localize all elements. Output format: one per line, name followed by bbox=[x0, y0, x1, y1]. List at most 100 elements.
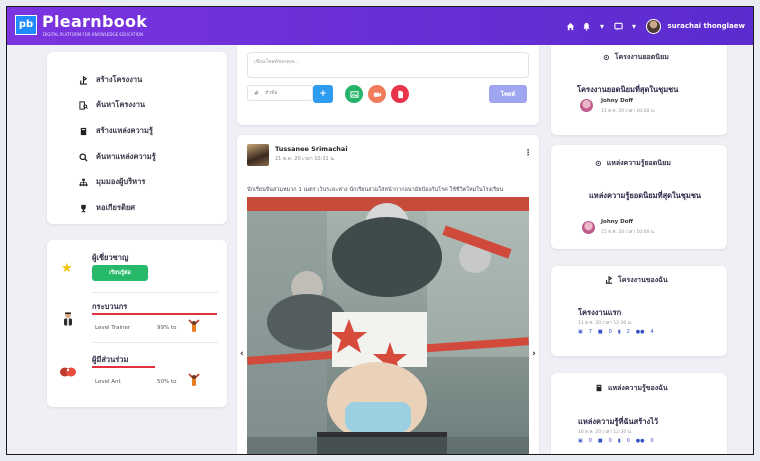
nav-right: ▾ ▾ surachai thonglaew bbox=[566, 18, 746, 34]
menu-label: หอเกียรติยศ bbox=[96, 203, 136, 212]
notification-bell-icon[interactable] bbox=[582, 22, 591, 31]
menu-label: ค้นหาแหล่งความรู้ bbox=[96, 152, 156, 161]
participant-level: Level Ant bbox=[95, 379, 121, 385]
topic-field-label: หัวข้อ bbox=[265, 90, 278, 96]
menu-label: สร้างโครงงาน bbox=[96, 75, 143, 84]
classroom-photo bbox=[247, 197, 529, 454]
project-stats: ▣ 7 ■ 0 ▮ 2 ●● 4 bbox=[578, 329, 654, 335]
chevron-left-icon[interactable]: ‹ bbox=[240, 349, 244, 359]
expert-title: ผู้เชี่ยวชาญ bbox=[92, 253, 129, 262]
post-date: 15 ต.ค. 20 เวลา 10:08 น. bbox=[601, 109, 656, 114]
video-icon: ■ bbox=[597, 438, 603, 444]
menu-hall-of-fame[interactable]: หอเกียรติยศ bbox=[79, 202, 135, 214]
author-avatar[interactable] bbox=[582, 221, 595, 234]
members-icon: ●● bbox=[635, 329, 645, 335]
stat-value: 0 bbox=[608, 438, 612, 444]
top-navbar: pb Plearnbook DIGITAL PLATFORM FOR KNOWL… bbox=[7, 7, 753, 45]
trainer-level: Level Trainer bbox=[95, 325, 131, 331]
trending-icon: ⊙ bbox=[603, 53, 610, 62]
divider bbox=[92, 342, 218, 343]
post-photo[interactable] bbox=[247, 197, 529, 454]
post-button[interactable]: โพสต์ bbox=[489, 85, 527, 103]
my-source-title[interactable]: แหล่งความรู้ที่ฉันสร้างไว้ bbox=[578, 416, 658, 427]
trending-icon: ⊙ bbox=[595, 159, 602, 168]
stat-value: 7 bbox=[588, 329, 592, 335]
home-icon[interactable] bbox=[566, 22, 575, 31]
source-stats: ▣ 0 ■ 0 ▮ 0 ●● 0 bbox=[578, 438, 654, 444]
stat-value: 4 bbox=[650, 329, 654, 335]
menu-label: ค้นหาโครงงาน bbox=[96, 100, 146, 109]
menu-executive-view[interactable]: มุมมองผู้บริหาร bbox=[79, 176, 145, 188]
image-upload-button[interactable] bbox=[345, 85, 363, 103]
post-author-name[interactable]: Tussanee Srimachai bbox=[275, 145, 348, 153]
post-caption: นักเรียนจีนสวมหมวก 1 เมตร เว้นระยะห่าง น… bbox=[247, 187, 504, 193]
author-avatar[interactable] bbox=[580, 99, 593, 112]
trainer-next-level-icon bbox=[187, 318, 201, 334]
members-icon: ●● bbox=[635, 438, 645, 444]
star-icon: ★ bbox=[61, 261, 73, 276]
logo-mark[interactable]: pb bbox=[15, 15, 37, 35]
book-create-icon bbox=[79, 127, 88, 136]
popular-project-title[interactable]: โครงงานยอดนิยมที่สุดในชุมชน bbox=[577, 84, 678, 95]
heading-text: แหล่งความรู้ของฉัน bbox=[608, 384, 668, 392]
my-project-title[interactable]: โครงงานแรก bbox=[578, 307, 621, 318]
post-timestamp: 21 ต.ค. 20 เวลา 10:31 น. bbox=[275, 156, 336, 162]
app-window: pb Plearnbook DIGITAL PLATFORM FOR KNOWL… bbox=[6, 6, 754, 455]
divider bbox=[92, 292, 218, 293]
stat-value: 2 bbox=[626, 329, 630, 335]
source-date: 16 ต.ค. 20 เวลา 12:30 น. bbox=[578, 430, 633, 435]
menu-create-project[interactable]: สร้างโครงงาน bbox=[79, 74, 142, 86]
participant-percent: 50% to bbox=[157, 379, 177, 385]
author-name[interactable]: Johny Doff bbox=[601, 219, 633, 225]
brand-tagline: DIGITAL PLATFORM FOR KNOWLEDGE EDUCATION bbox=[43, 32, 143, 37]
trainer-percent: 99% to bbox=[157, 325, 177, 331]
popular-sources-heading: ⊙ แหล่งความรู้ยอดนิยม bbox=[595, 158, 671, 169]
menu-create-source[interactable]: สร้างแหล่งความรู้ bbox=[79, 125, 153, 137]
view-icon: ▣ bbox=[578, 329, 583, 335]
add-button[interactable]: + bbox=[313, 85, 333, 103]
stat-value: 0 bbox=[588, 438, 592, 444]
stat-value: 0 bbox=[608, 329, 612, 335]
project-create-icon bbox=[79, 75, 88, 85]
heading-text: แหล่งความรู้ยอดนิยม bbox=[606, 159, 671, 167]
search-icon bbox=[79, 152, 88, 162]
chevron-down-icon[interactable]: ▾ bbox=[598, 22, 607, 31]
chat-icon[interactable] bbox=[613, 22, 623, 31]
user-avatar[interactable] bbox=[645, 18, 661, 34]
my-projects-heading: โครงงานของฉัน bbox=[605, 275, 668, 286]
heading-text: โครงงานยอดนิยม bbox=[614, 53, 669, 61]
file-upload-button[interactable] bbox=[391, 85, 409, 103]
trainer-title: กระบวนกร bbox=[92, 302, 128, 311]
my-sources-heading: แหล่งความรู้ของฉัน bbox=[595, 383, 668, 394]
author-name[interactable]: Johny Doff bbox=[601, 98, 633, 104]
learn-more-button[interactable]: เรียนรู้ต่อ bbox=[92, 265, 148, 281]
brand-name[interactable]: Plearnbook bbox=[42, 12, 147, 31]
post-author-avatar[interactable] bbox=[247, 144, 269, 166]
tag-icon: # bbox=[254, 89, 260, 97]
stat-value: 0 bbox=[650, 438, 654, 444]
project-date: 11 ต.ค. 20 เวลา 12:30 น. bbox=[578, 321, 633, 326]
menu-search-source[interactable]: ค้นหาแหล่งความรู้ bbox=[79, 151, 156, 163]
menu-label: สร้างแหล่งความรู้ bbox=[96, 126, 153, 135]
menu-search-project[interactable]: ค้นหาโครงงาน bbox=[79, 99, 145, 111]
project-search-icon bbox=[79, 100, 88, 110]
more-options-icon[interactable]: ⋮ bbox=[524, 148, 532, 157]
participant-avatar-icon bbox=[59, 364, 77, 378]
participant-title: ผู้มีส่วนร่วม bbox=[92, 355, 129, 364]
image-icon bbox=[349, 90, 359, 98]
topic-field[interactable]: # หัวข้อ bbox=[247, 85, 313, 101]
org-chart-icon bbox=[79, 178, 88, 187]
trophy-icon bbox=[79, 204, 88, 213]
user-name[interactable]: surachai thonglaew bbox=[668, 22, 746, 30]
chevron-right-icon[interactable]: › bbox=[532, 349, 536, 359]
book-create-icon bbox=[595, 384, 603, 394]
post-input[interactable]: เขียนโพสต์ของคุณ... bbox=[247, 52, 529, 78]
popular-source-title[interactable]: แหล่งความรู้ยอดนิยมที่สุดในชุมชน bbox=[585, 190, 705, 201]
chevron-down-icon[interactable]: ▾ bbox=[630, 22, 639, 31]
trainer-progress-bar bbox=[92, 313, 217, 315]
project-create-icon bbox=[605, 275, 613, 286]
file-icon: ▮ bbox=[617, 329, 621, 335]
popular-projects-heading: ⊙ โครงงานยอดนิยม bbox=[603, 52, 669, 63]
video-upload-button[interactable] bbox=[368, 85, 386, 103]
video-icon bbox=[373, 92, 381, 97]
